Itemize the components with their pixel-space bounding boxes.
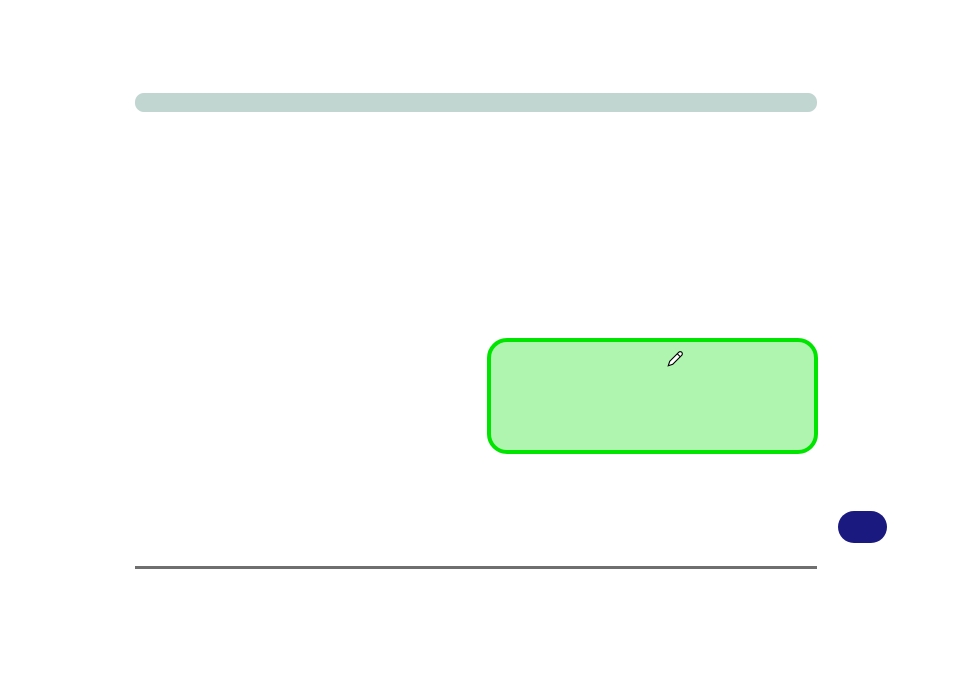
divider-line (135, 566, 817, 569)
highlight-panel (487, 338, 818, 454)
action-button[interactable] (838, 511, 887, 543)
pen-icon[interactable] (666, 350, 684, 368)
top-bar (135, 93, 817, 112)
